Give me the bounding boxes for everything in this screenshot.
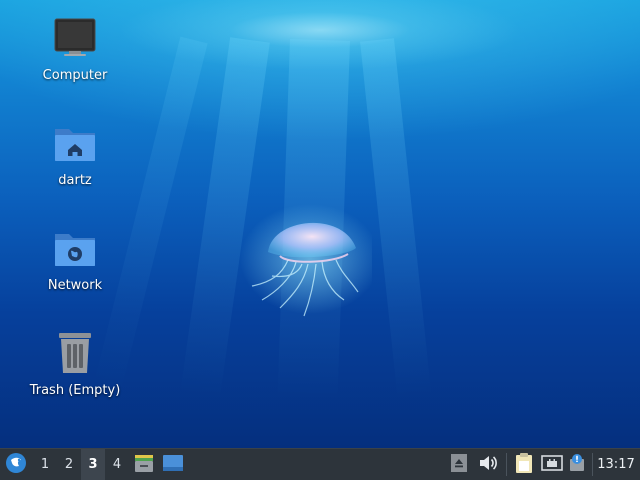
desktop-icon-label: Computer bbox=[42, 68, 108, 83]
clock-widget[interactable]: 13:17 bbox=[594, 449, 638, 480]
volume-icon bbox=[478, 454, 498, 476]
home-folder-icon bbox=[51, 121, 99, 169]
eject-button[interactable] bbox=[448, 449, 470, 480]
clock-time: 13:17 bbox=[597, 457, 635, 472]
network-wired-icon bbox=[541, 454, 563, 476]
file-manager-launcher[interactable] bbox=[132, 449, 156, 480]
notification-icon bbox=[567, 453, 587, 477]
jellyfish-wallpaper-art bbox=[240, 204, 372, 317]
desktop-icon-network[interactable]: Network bbox=[20, 226, 130, 293]
panel-separator bbox=[592, 453, 593, 476]
desktop-icon-label: dartz bbox=[58, 173, 92, 188]
notifications-button[interactable] bbox=[566, 449, 588, 480]
panel-separator bbox=[506, 453, 507, 476]
eject-icon bbox=[450, 453, 468, 477]
network-button[interactable] bbox=[540, 449, 564, 480]
clipboard-button[interactable] bbox=[512, 449, 536, 480]
volume-button[interactable] bbox=[476, 449, 500, 480]
desktop-icon-computer[interactable]: Computer bbox=[20, 16, 130, 83]
desktop-icon-home[interactable]: dartz bbox=[20, 121, 130, 188]
taskbar-panel: 1 2 3 4 13:17 bbox=[0, 448, 640, 480]
show-desktop-button[interactable] bbox=[160, 449, 186, 480]
desktop-icon-trash[interactable]: Trash (Empty) bbox=[20, 331, 130, 398]
desktop-icon-label: Network bbox=[47, 278, 103, 293]
show-desktop-icon bbox=[162, 454, 184, 476]
workspace-1-button[interactable]: 1 bbox=[33, 449, 57, 480]
whisker-menu-icon bbox=[5, 452, 27, 478]
workspace-3-button[interactable]: 3 bbox=[81, 449, 105, 480]
workspace-2-button[interactable]: 2 bbox=[57, 449, 81, 480]
desktop-icon-label: Trash (Empty) bbox=[29, 383, 121, 398]
workspace-4-button[interactable]: 4 bbox=[105, 449, 129, 480]
applications-menu-button[interactable] bbox=[2, 449, 30, 480]
desktop[interactable]: Computer dartz Network Trash (Empty) bbox=[0, 0, 640, 448]
file-manager-icon bbox=[134, 453, 154, 477]
computer-icon bbox=[51, 16, 99, 64]
network-folder-icon bbox=[51, 226, 99, 274]
trash-icon bbox=[51, 331, 99, 379]
clipboard-icon bbox=[515, 452, 533, 478]
